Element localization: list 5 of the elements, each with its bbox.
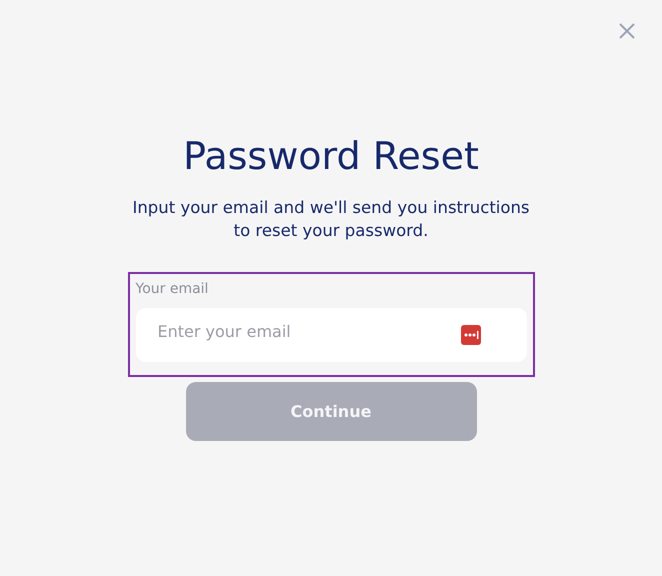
- field-label: Your email: [136, 280, 210, 298]
- email-input-field[interactable]: Enter your email: [136, 308, 526, 362]
- password-manager-icon[interactable]: [460, 325, 480, 345]
- dialog-title: Password Reset: [183, 133, 479, 180]
- instructions-text: Input your email and we'll send you instructions to reset your password.: [131, 197, 531, 242]
